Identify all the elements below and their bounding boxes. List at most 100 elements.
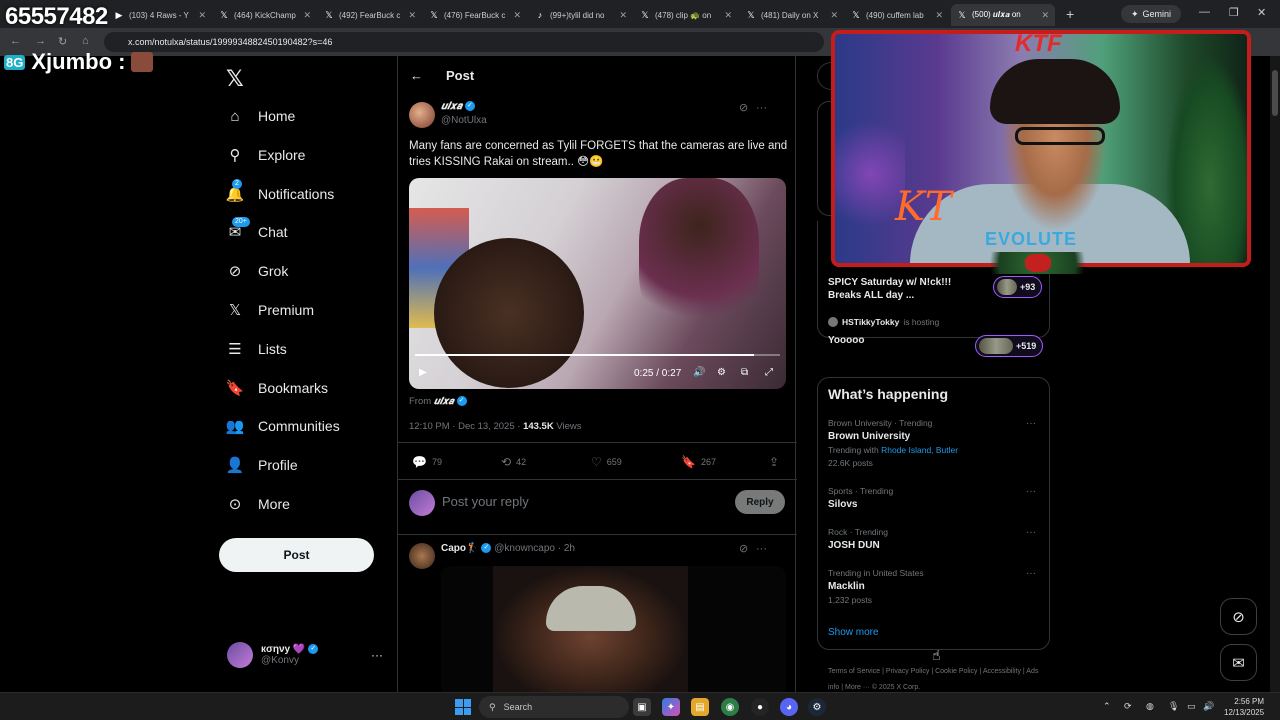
close-tab-icon[interactable]: ✕ [408, 10, 416, 21]
settings-icon[interactable]: ⚙ [717, 367, 726, 378]
back-arrow-icon[interactable]: ← [410, 68, 423, 83]
sidebar-item-communities[interactable]: 👥 Communities [226, 410, 340, 442]
browser-tab[interactable]: ♪ (99+)tylil did no ✕ [529, 4, 633, 26]
grok-icon[interactable]: ⊘ [739, 101, 748, 114]
tray-chevron-icon[interactable]: ⌃ [1103, 701, 1111, 712]
volume-icon[interactable]: 🔊 [693, 367, 705, 378]
avatar[interactable] [409, 543, 435, 569]
close-tab-icon[interactable]: ✕ [1041, 10, 1049, 21]
author-name[interactable]: 𝒖𝒍𝒙𝒂 ✓ [441, 101, 475, 112]
windows-start-icon[interactable] [455, 699, 471, 715]
trend-more-icon[interactable]: ··· [1026, 568, 1036, 579]
grok-fab-icon[interactable]: ⊘ [1220, 598, 1257, 635]
browser-tab[interactable]: 𝕏 (490) cuffem lab ✕ [845, 4, 949, 26]
page-scrollbar[interactable] [1270, 56, 1280, 692]
browser-tab[interactable]: 𝕏 (492) FearBuck c ✕ [318, 4, 422, 26]
x-logo-icon[interactable]: 𝕏 [226, 66, 244, 92]
reply-action[interactable]: 💬 79 [412, 455, 442, 469]
trend-more-icon[interactable]: ··· [1026, 486, 1036, 497]
close-tab-icon[interactable]: ✕ [513, 10, 521, 21]
discord-icon[interactable]: ◕ [780, 698, 798, 716]
sidebar-item-explore[interactable]: ⚲ Explore [226, 139, 306, 171]
sidebar-item-grok[interactable]: ⊘ Grok [226, 255, 289, 287]
minimize-button[interactable]: — [1199, 6, 1210, 18]
chrome-icon[interactable]: ◉ [721, 698, 739, 716]
url-field[interactable]: x.com/notulxa/status/1999934882450190482… [104, 32, 824, 52]
live-item[interactable]: Yooooo [828, 334, 864, 347]
grok-icon[interactable]: ⊘ [739, 542, 748, 555]
comment-video[interactable] [441, 566, 786, 692]
live-listeners-pill[interactable]: +93 [993, 276, 1043, 298]
show-more-link[interactable]: Show more [828, 627, 879, 638]
close-window-button[interactable]: ✕ [1257, 6, 1266, 19]
browser-tab[interactable]: 𝕏 (478) clip 🐢 on ✕ [634, 4, 738, 26]
steam-icon[interactable]: ⚙ [808, 698, 826, 716]
tray-app-icon[interactable]: ◍ [1146, 701, 1154, 712]
browser-tab[interactable]: ▶ (103) 4 Raws - Y ✕ [108, 4, 212, 26]
restore-button[interactable]: ❐ [1229, 6, 1239, 19]
pip-icon[interactable]: ⧉ [741, 367, 748, 378]
sidebar-item-premium[interactable]: 𝕏 Premium [226, 294, 314, 326]
browser-tab[interactable]: 𝕏 (500) 𝒖𝒍𝒙𝒂 on ✕ [951, 4, 1055, 26]
trend-more-icon[interactable]: ··· [1026, 527, 1036, 538]
trend-item[interactable]: Trending in United States Macklin 1,232 … [828, 568, 1038, 605]
close-tab-icon[interactable]: ✕ [303, 10, 311, 21]
share-action[interactable]: ⇪ [769, 455, 779, 469]
file-explorer-icon[interactable]: ▤ [691, 698, 709, 716]
account-more-icon[interactable]: ··· [371, 648, 383, 662]
browser-tab[interactable]: 𝕏 (464) KickChamp ✕ [213, 4, 317, 26]
sidebar-item-home[interactable]: ⌂ Home [226, 100, 295, 132]
forward-nav-icon[interactable]: → [35, 35, 46, 47]
video-player[interactable]: ▶ 0:25 / 0:27 🔊 ⚙ ⧉ ⤢ [409, 178, 786, 389]
volume-icon[interactable]: 🔊 [1203, 701, 1214, 712]
sidebar-item-more[interactable]: ⊙ More [226, 488, 290, 520]
taskbar-clock[interactable]: 2:56 PM 12/13/2025 [1224, 696, 1264, 718]
back-nav-icon[interactable]: ← [10, 35, 21, 47]
task-view-icon[interactable]: ▣ [633, 698, 651, 716]
video-progress-bar[interactable] [415, 354, 780, 356]
close-tab-icon[interactable]: ✕ [198, 10, 206, 21]
comment-header[interactable]: Capo🏌 ✓ @knowncapo · 2h [441, 543, 575, 554]
close-tab-icon[interactable]: ✕ [830, 10, 838, 21]
sidebar-item-profile[interactable]: 👤 Profile [226, 449, 298, 481]
live-item[interactable]: SPICY Saturday w/ N!ck!!! Breaks ALL day … [828, 276, 951, 302]
play-icon[interactable]: ▶ [419, 367, 427, 378]
home-nav-icon[interactable]: ⌂ [82, 35, 89, 47]
trend-item[interactable]: Sports · Trending Silovs [828, 486, 1038, 510]
network-icon[interactable]: ▭ [1187, 701, 1196, 712]
trend-item[interactable]: Brown University · Trending Brown Univer… [828, 418, 1038, 468]
sidebar-item-lists[interactable]: ☰ Lists [226, 333, 287, 365]
from-author[interactable]: 𝒖𝒍𝒙𝒂 [434, 396, 454, 407]
reply-button[interactable]: Reply [735, 490, 785, 514]
microphone-icon[interactable]: 🎙 [1168, 701, 1179, 712]
new-tab-button[interactable]: + [1066, 6, 1074, 22]
trend-item[interactable]: Rock · Trending JOSH DUN [828, 527, 1038, 551]
gemini-button[interactable]: ✦ Gemini [1121, 5, 1182, 23]
search-box-edge[interactable] [817, 62, 831, 90]
taskbar-search[interactable]: ⚲ Search [479, 696, 629, 718]
close-tab-icon[interactable]: ✕ [935, 10, 943, 21]
reply-input[interactable]: Post your reply [442, 494, 529, 509]
browser-tab[interactable]: 𝕏 (481) Daily on X ✕ [740, 4, 844, 26]
sidebar-item-bookmarks[interactable]: 🔖 Bookmarks [226, 372, 328, 404]
live-listeners-pill[interactable]: +519 [975, 335, 1044, 357]
reload-icon[interactable]: ↻ [58, 35, 67, 48]
footer-links[interactable]: Terms of Service | Privacy Policy | Cook… [828, 664, 1048, 692]
more-icon[interactable]: ··· [756, 102, 767, 114]
post-button[interactable]: Post [219, 538, 374, 572]
messages-fab-icon[interactable]: ✉ [1220, 644, 1257, 681]
browser-tab[interactable]: 𝕏 (476) FearBuck c ✕ [423, 4, 527, 26]
repost-action[interactable]: ⟲ 42 [501, 455, 526, 469]
obs-icon[interactable]: ● [751, 698, 769, 716]
tray-app-icon[interactable]: ⟳ [1124, 701, 1132, 712]
author-handle[interactable]: @NotUlxa [441, 115, 487, 126]
like-action[interactable]: ♡ 659 [591, 455, 622, 469]
sidebar-item-notifications[interactable]: 🔔 2 Notifications [226, 178, 334, 210]
copilot-icon[interactable]: ✦ [662, 698, 680, 716]
close-tab-icon[interactable]: ✕ [724, 10, 732, 21]
close-tab-icon[interactable]: ✕ [619, 10, 627, 21]
fullscreen-icon[interactable]: ⤢ [765, 367, 773, 378]
account-switcher[interactable]: кσηνу 💜 ✓ @Konvy [227, 642, 319, 668]
avatar[interactable] [409, 102, 435, 128]
bookmark-action[interactable]: 🔖 267 [681, 455, 716, 469]
